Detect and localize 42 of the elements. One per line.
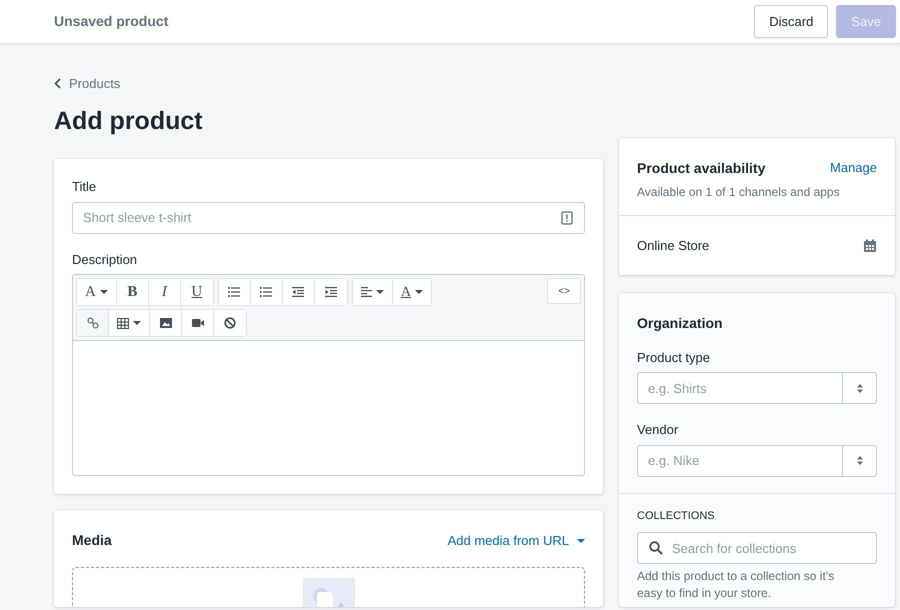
page-heading: Add product bbox=[54, 106, 204, 137]
section-heading: COLLECTIONS bbox=[637, 508, 716, 524]
card-title: Product availability bbox=[637, 159, 766, 178]
info-icon bbox=[561, 210, 573, 225]
link-button[interactable] bbox=[77, 310, 109, 336]
chevron-left-icon bbox=[54, 78, 61, 90]
align-icon bbox=[360, 287, 372, 298]
discard-button[interactable]: Discard bbox=[754, 4, 828, 38]
field-label: Vendor bbox=[637, 421, 680, 439]
link-icon bbox=[86, 317, 98, 330]
channel-name: Online Store bbox=[637, 237, 710, 255]
bullet-list-icon bbox=[228, 287, 240, 298]
numbered-list-icon bbox=[260, 287, 272, 298]
calendar-icon[interactable] bbox=[863, 238, 877, 253]
help-text: Add this product to a collection so it’s easy to find in your store. bbox=[637, 568, 836, 602]
code-view-button[interactable]: <> bbox=[547, 278, 581, 304]
field-label: Description bbox=[72, 250, 138, 269]
add-media-link[interactable]: Add media from URL bbox=[448, 531, 585, 550]
table-icon bbox=[117, 318, 129, 329]
font-button[interactable]: A bbox=[77, 279, 117, 306]
card-title: Media bbox=[72, 531, 112, 550]
sort-arrows-icon bbox=[856, 456, 862, 465]
clear-icon bbox=[224, 317, 236, 330]
image-icon bbox=[160, 318, 172, 328]
field-label: Title bbox=[72, 178, 98, 196]
sort-arrows-icon bbox=[856, 384, 862, 392]
title-input[interactable]: Short sleeve t-shirt bbox=[72, 202, 585, 234]
outdent-icon bbox=[292, 287, 304, 298]
video-icon bbox=[192, 319, 204, 328]
rich-text-editor[interactable]: A B I U A <> bbox=[72, 274, 585, 476]
availability-text: Available on 1 of 1 channels and apps bbox=[637, 184, 841, 201]
field-label: Product type bbox=[637, 348, 711, 367]
manage-link[interactable]: Manage bbox=[830, 158, 877, 179]
collection-search-field[interactable]: Search for collections bbox=[637, 532, 877, 564]
indent-icon bbox=[324, 287, 337, 298]
bullet-list-button[interactable] bbox=[218, 279, 251, 306]
align-button[interactable] bbox=[352, 279, 393, 306]
card-title: Organization bbox=[637, 314, 724, 333]
combo-field[interactable]: e.g. Shirts bbox=[637, 372, 877, 404]
combo-field[interactable]: e.g. Nike bbox=[637, 444, 877, 476]
page-title: Unsaved product bbox=[54, 12, 168, 31]
back-link[interactable]: Products bbox=[54, 74, 120, 94]
